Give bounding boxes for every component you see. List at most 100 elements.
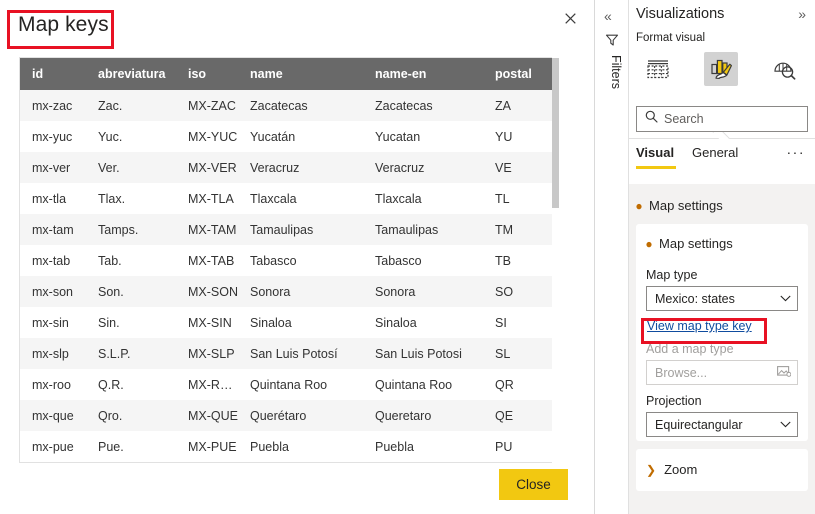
cell-name: Puebla	[238, 431, 363, 462]
chevron-right-icon: ❯	[646, 462, 657, 477]
close-button[interactable]: Close	[499, 469, 568, 500]
search-input-wrapper[interactable]	[636, 106, 808, 132]
group-header-map-settings[interactable]: ⦁ Map settings	[636, 198, 723, 213]
projection-value: Equirectangular	[655, 417, 743, 432]
cell-abreviatura: Tlax.	[86, 183, 176, 214]
cell-iso: MX-QUE	[176, 400, 238, 431]
table-row: mx-son Son. MX-SON Sonora Sonora SO	[20, 276, 557, 307]
chevron-down-icon: ⦁	[646, 236, 653, 251]
cell-id: mx-slp	[20, 338, 86, 369]
cell-id: mx-roo	[20, 369, 86, 400]
card-header-label: Zoom	[664, 462, 698, 477]
cell-iso: MX-SLP	[176, 338, 238, 369]
cell-name-en: Yucatan	[363, 121, 483, 152]
cell-name: Sonora	[238, 276, 363, 307]
analytics-magnifier-icon[interactable]	[767, 52, 801, 86]
projection-label: Projection	[646, 394, 702, 408]
cell-name: Sinaloa	[238, 307, 363, 338]
add-map-type-label: Add a map type	[646, 342, 734, 356]
chevron-double-left-icon[interactable]: «	[604, 8, 612, 24]
cell-iso: MX-SON	[176, 276, 238, 307]
browse-file-input[interactable]: Browse...	[646, 360, 798, 385]
cell-iso: MX-TLA	[176, 183, 238, 214]
screen-root: Map keys id abreviatura iso name name-en…	[0, 0, 815, 514]
table-row: mx-yuc Yuc. MX-YUC Yucatán Yucatan YU	[20, 121, 557, 152]
chevron-double-right-icon[interactable]: »	[798, 6, 806, 22]
cell-postal: PU	[483, 431, 557, 462]
cell-id: mx-zac	[20, 90, 86, 121]
cell-postal: SO	[483, 276, 557, 307]
cell-name-en: Quintana Roo	[363, 369, 483, 400]
cell-name: San Luis Potosí	[238, 338, 363, 369]
format-visual-paintbrush-icon[interactable]	[704, 52, 738, 86]
cell-abreviatura: Son.	[86, 276, 176, 307]
format-settings-body: ⦁ Map settings ⦁ Map settings Map type M…	[629, 184, 815, 514]
visualizations-pane: Visualizations » Format visual Search Vi…	[629, 0, 815, 514]
cell-name: Zacatecas	[238, 90, 363, 121]
cell-abreviatura: Tab.	[86, 245, 176, 276]
cell-id: mx-tam	[20, 214, 86, 245]
table-row: mx-zac Zac. MX-ZAC Zacatecas Zacatecas ZA	[20, 90, 557, 121]
cell-iso: MX-YUC	[176, 121, 238, 152]
table-scrollbar-thumb[interactable]	[552, 58, 559, 208]
column-header-name: name	[238, 58, 363, 90]
cell-abreviatura: Q.R.	[86, 369, 176, 400]
cell-id: mx-tab	[20, 245, 86, 276]
cell-postal: SL	[483, 338, 557, 369]
cell-name-en: Tamaulipas	[363, 214, 483, 245]
cell-abreviatura: Tamps.	[86, 214, 176, 245]
cell-id: mx-sin	[20, 307, 86, 338]
tab-visual-active-underline	[636, 166, 676, 169]
chevron-down-icon: ⦁	[636, 198, 643, 213]
table-header-row: id abreviatura iso name name-en postal	[20, 58, 557, 90]
card-header-map-settings[interactable]: ⦁ Map settings	[646, 236, 733, 251]
cell-postal: QE	[483, 400, 557, 431]
cell-abreviatura: S.L.P.	[86, 338, 176, 369]
cell-name-en: Queretaro	[363, 400, 483, 431]
cell-iso: MX-VER	[176, 152, 238, 183]
map-type-label: Map type	[646, 268, 698, 282]
tab-visual[interactable]: Visual	[636, 145, 674, 160]
card-zoom[interactable]: ❯ Zoom	[636, 449, 808, 491]
visual-mode-icon-row	[629, 50, 815, 144]
build-visual-fields-icon[interactable]	[641, 52, 675, 86]
upload-image-icon[interactable]	[777, 365, 792, 380]
group-header-label: Map settings	[649, 198, 723, 213]
tab-general[interactable]: General	[692, 145, 738, 160]
cell-abreviatura: Pue.	[86, 431, 176, 462]
cell-abreviatura: Qro.	[86, 400, 176, 431]
cell-postal: SI	[483, 307, 557, 338]
visualizations-title: Visualizations	[636, 6, 725, 22]
table-header: id abreviatura iso name name-en postal	[20, 58, 557, 90]
view-map-type-key-link[interactable]: View map type key	[647, 319, 752, 333]
search-input[interactable]	[664, 112, 792, 126]
map-type-dropdown[interactable]: Mexico: states	[646, 286, 798, 311]
cell-id: mx-ver	[20, 152, 86, 183]
cell-name-en: Tabasco	[363, 245, 483, 276]
cell-name-en: Veracruz	[363, 152, 483, 183]
table-row: mx-tam Tamps. MX-TAM Tamaulipas Tamaulipas TM	[20, 214, 557, 245]
filters-label[interactable]: Filters	[609, 42, 623, 102]
table-row: mx-slp S.L.P. MX-SLP San Luis Potosí San Lui…	[20, 338, 557, 369]
projection-dropdown[interactable]: Equirectangular	[646, 412, 798, 437]
card-header-zoom[interactable]: ❯ Zoom	[646, 462, 697, 477]
format-visual-label: Format visual	[636, 32, 706, 44]
cell-abreviatura: Yuc.	[86, 121, 176, 152]
cell-postal: TL	[483, 183, 557, 214]
cell-abreviatura: Zac.	[86, 90, 176, 121]
card-header-label: Map settings	[659, 236, 733, 251]
table-row: mx-tla Tlax. MX-TLA Tlaxcala Tlaxcala TL	[20, 183, 557, 214]
table-row: mx-sin Sin. MX-SIN Sinaloa Sinaloa SI	[20, 307, 557, 338]
cell-postal: ZA	[483, 90, 557, 121]
cell-id: mx-yuc	[20, 121, 86, 152]
cell-abreviatura: Ver.	[86, 152, 176, 183]
visualizations-header: Visualizations »	[629, 0, 815, 30]
close-icon[interactable]	[558, 6, 582, 30]
cell-name-en: Sinaloa	[363, 307, 483, 338]
cell-postal: TM	[483, 214, 557, 245]
cell-iso: MX-TAM	[176, 214, 238, 245]
cell-name: Tamaulipas	[238, 214, 363, 245]
cell-iso: MX-PUE	[176, 431, 238, 462]
more-options-icon[interactable]: ···	[787, 144, 806, 160]
cell-name: Tlaxcala	[238, 183, 363, 214]
